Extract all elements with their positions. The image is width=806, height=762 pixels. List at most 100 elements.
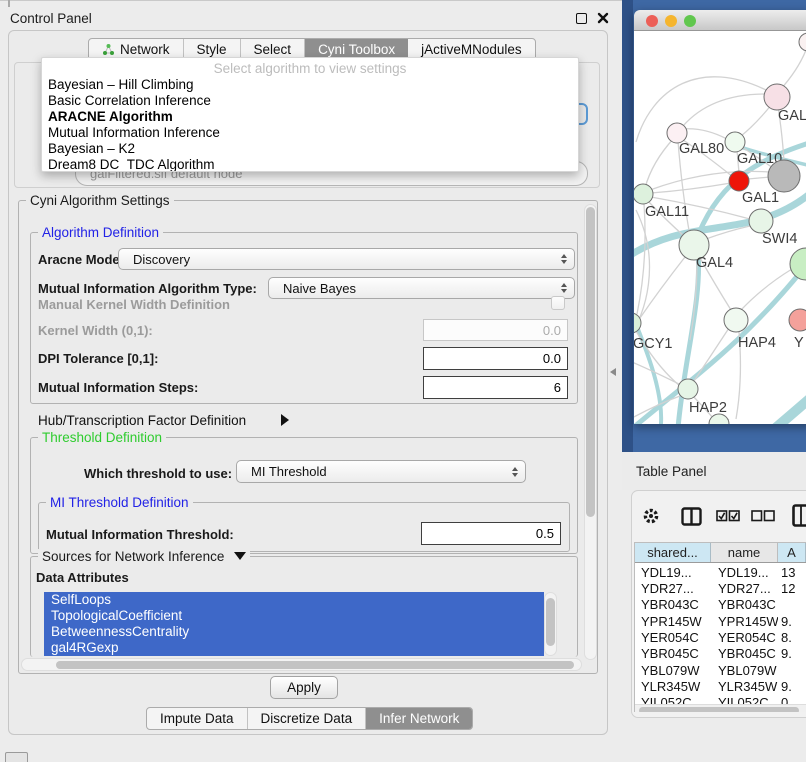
sources-group-title: Sources for Network Inference [38,549,250,564]
split-columns-icon[interactable] [681,507,702,526]
table-row[interactable]: YIL052CYIL052C0. [635,695,806,704]
network-node-label-gal11: GAL11 [645,204,689,220]
algorithm-option-basic-correlation-inference[interactable]: Basic Correlation Inference [42,93,578,109]
network-node-hap4[interactable] [724,308,748,332]
table-row[interactable]: YBR045CYBR045C9. [635,646,806,662]
node-attribute-table[interactable]: shared...nameA YDL19...YDL19...13YDR27..… [634,542,806,712]
algorithm-option-bayesian-k2[interactable]: Bayesian – K2 [42,141,578,157]
column-header-name[interactable]: name [711,543,778,562]
tab-impute-data[interactable]: Impute Data [147,708,248,729]
panel-divider-collapse-icon[interactable] [610,368,616,376]
hub-definition-label[interactable]: Hub/Transcription Factor Definition [38,413,246,428]
table-row[interactable]: YBR043CYBR043C [635,597,806,613]
kernel-width-label: Kernel Width (0,1): [38,323,153,338]
kernel-width-field[interactable]: 0.0 [423,319,568,341]
network-node-right-green[interactable] [790,248,806,280]
aracne-mode-select[interactable]: Discovery [118,248,575,270]
network-node-gal11[interactable] [634,184,653,204]
zoom-traffic-light[interactable] [684,15,696,27]
attribute-item-selfloops[interactable]: SelfLoops [44,592,544,608]
app-root: Control Panel NetworkStyleSelectCyni Too… [0,0,806,762]
table-cell: YBL079W [711,663,778,678]
partial-table-icon[interactable] [792,504,806,527]
threshold-definition-title: Threshold Definition [38,430,166,445]
table-hscrollbar-track[interactable] [635,704,806,712]
close-icon[interactable] [597,12,609,24]
algorithm-option-aracne-algorithm[interactable]: ARACNE Algorithm [42,109,578,125]
table-row[interactable]: YER054CYER054C8. [635,629,806,645]
network-edge[interactable] [748,177,770,179]
network-edge[interactable] [682,129,727,139]
network-edge[interactable] [780,50,806,90]
network-node-gal80[interactable] [667,123,687,143]
algorithm-option-bayesian-hill-climbing[interactable]: Bayesian – Hill Climbing [42,77,578,93]
float-panel-icon[interactable] [5,752,28,762]
hub-expand-icon[interactable] [281,414,289,426]
mi-threshold-field[interactable]: 0.5 [421,522,561,545]
table-hscrollbar-thumb[interactable] [639,707,799,712]
table-cell: 13 [778,565,806,580]
network-node-gal1[interactable] [729,171,749,191]
attributes-scrollbar-thumb[interactable] [546,598,555,646]
stepper-icon [512,467,518,477]
sources-collapse-icon[interactable] [234,552,246,560]
tab-discretize-data[interactable]: Discretize Data [248,708,367,729]
gear-icon[interactable] [642,506,660,526]
checked-columns-icon[interactable] [716,510,740,522]
network-node-swi4[interactable] [749,209,773,233]
network-node-edge-top[interactable] [799,33,806,51]
network-node-gal-cut[interactable] [764,84,790,110]
kernel-width-value: 0.0 [543,323,561,338]
table-row[interactable]: YDR27...YDR27...12 [635,580,806,596]
table-cell: YDR27... [711,581,778,596]
algorithm-option-mutual-information-inference[interactable]: Mutual Information Inference [42,125,578,141]
network-node-y-cut[interactable] [789,309,806,331]
tab-jactivemnodules-label: jActiveMNodules [421,42,522,57]
network-window-titlebar[interactable] [634,10,806,31]
table-cell: YBR045C [711,646,778,661]
dpi-tolerance-field[interactable]: 0.0 [423,347,568,370]
table-row[interactable]: YBL079WYBL079W [635,662,806,678]
mi-steps-field[interactable]: 6 [423,376,568,399]
network-edge[interactable] [683,94,769,126]
table-row[interactable]: YPR145WYPR145W9. [635,613,806,629]
algorithm-option-dream8-dc-tdc-algorithm[interactable]: Dream8 DC_TDC Algorithm [42,157,578,172]
stepper-icon [561,283,567,293]
restore-icon[interactable] [576,13,587,24]
network-edge[interactable] [651,183,731,193]
table-cell: 9. [778,646,806,661]
close-traffic-light[interactable] [646,15,658,27]
attribute-item-gal4rgexp[interactable]: gal4RGexp [44,640,544,656]
network-edge[interactable] [645,138,674,188]
titlebar-notch [8,0,10,7]
which-threshold-select[interactable]: MI Threshold [236,460,526,483]
network-node-gray-hub[interactable] [768,160,800,192]
mi-threshold-label: Mutual Information Threshold: [46,527,234,542]
column-header-shared[interactable]: shared... [635,543,711,562]
table-cell: YDR27... [635,581,711,596]
manual-kernel-checkbox[interactable] [551,296,565,310]
settings-vscrollbar-thumb[interactable] [586,207,595,517]
network-canvas[interactable]: GALGAL80GAL10GAL1GAL11SWI4GAL4GCY1HAP4YH… [634,31,806,424]
settings-hscrollbar-thumb[interactable] [56,661,574,669]
page-title: Control Panel [10,11,92,26]
table-cell: 9. [778,679,806,694]
network-edge[interactable] [766,395,806,424]
attribute-item-topologicalcoefficient[interactable]: TopologicalCoefficient [44,608,544,624]
apply-button[interactable]: Apply [270,676,338,699]
table-row[interactable]: YDL19...YDL19...13 [635,564,806,580]
unchecked-columns-icon[interactable] [751,510,775,522]
data-attributes-list[interactable]: SelfLoopsTopologicalCoefficientBetweenne… [44,592,544,656]
network-edge[interactable] [741,104,772,136]
minimize-traffic-light[interactable] [665,15,677,27]
attribute-item-betweennesscentrality[interactable]: BetweennessCentrality [44,624,544,640]
network-edge[interactable] [634,192,806,258]
mi-type-select[interactable]: Naive Bayes [268,277,575,299]
column-header-a[interactable]: A [778,543,806,562]
network-node-hap2[interactable] [678,379,698,399]
network-node-gal10[interactable] [725,132,745,152]
table-row[interactable]: YLR345WYLR345W9. [635,678,806,694]
tab-infer-network[interactable]: Infer Network [366,708,472,729]
network-edge[interactable] [640,257,685,318]
network-edge[interactable] [650,171,769,190]
